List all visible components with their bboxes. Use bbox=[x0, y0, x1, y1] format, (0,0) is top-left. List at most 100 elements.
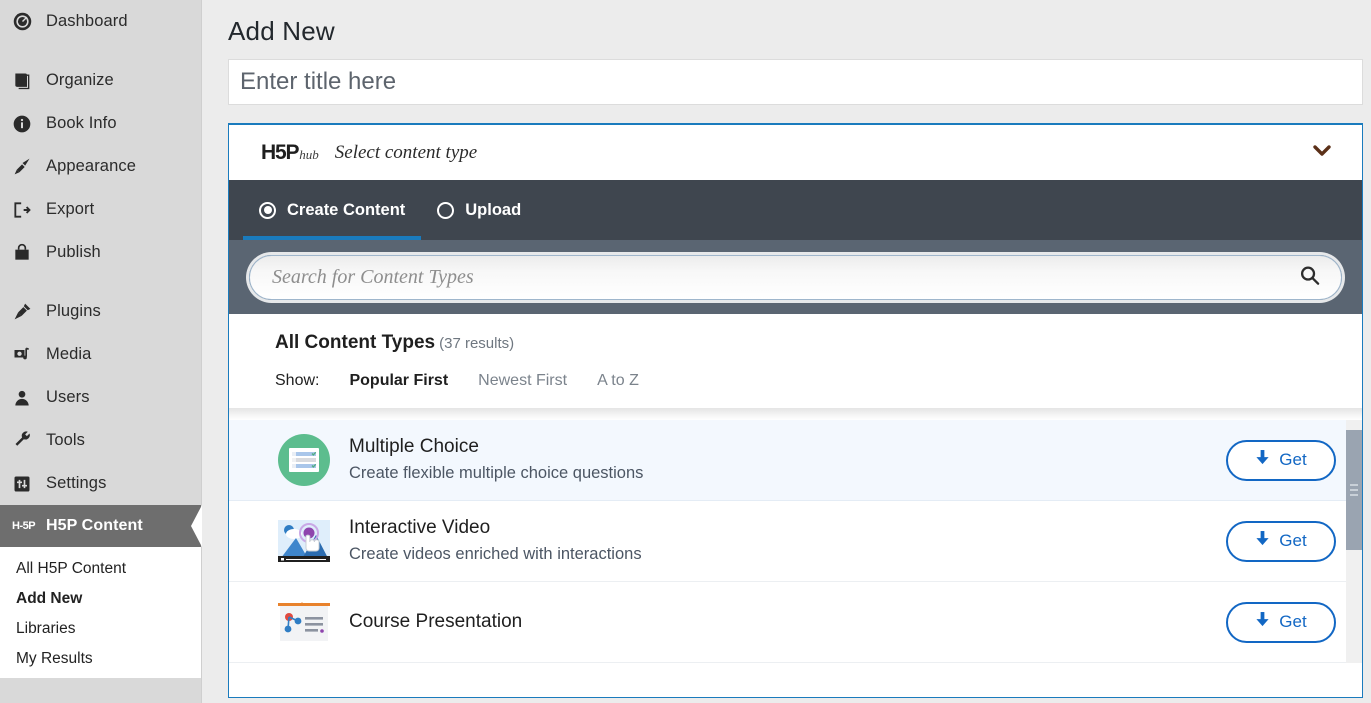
sidebar-item-users[interactable]: Users bbox=[0, 376, 201, 419]
info-icon bbox=[12, 113, 42, 135]
results-title-row: All Content Types (37 results) bbox=[275, 332, 1362, 354]
grip-line bbox=[1350, 494, 1358, 496]
sidebar-divider bbox=[0, 43, 201, 59]
search-input[interactable] bbox=[272, 265, 1292, 289]
tab-label: Create Content bbox=[287, 200, 406, 219]
hub-results-meta: All Content Types (37 results) Show: Popu… bbox=[229, 314, 1362, 390]
radio-unselected-icon bbox=[437, 201, 455, 219]
wrench-icon bbox=[12, 430, 42, 452]
sidebar-item-label: Export bbox=[46, 200, 95, 218]
sidebar-item-settings[interactable]: Settings bbox=[0, 462, 201, 505]
filter-newest-first[interactable]: Newest First bbox=[478, 372, 567, 390]
list-separator bbox=[229, 408, 1362, 420]
sidebar-item-dashboard[interactable]: Dashboard bbox=[0, 0, 201, 43]
content-list-scrollbar-track[interactable] bbox=[1346, 420, 1362, 663]
content-type-row-multiple-choice[interactable]: Multiple Choice Create flexible multiple… bbox=[229, 420, 1362, 501]
results-title: All Content Types bbox=[275, 332, 436, 353]
h5p-icon: H-5P bbox=[12, 515, 42, 537]
title-input[interactable] bbox=[240, 68, 1362, 96]
h5p-badge-label: H-5P bbox=[12, 520, 36, 532]
title-field-wrapper[interactable] bbox=[228, 59, 1363, 105]
app-window: Dashboard Organize Book Info Appearance bbox=[0, 0, 1371, 703]
plug-icon bbox=[12, 301, 42, 323]
course-presentation-icon bbox=[275, 593, 333, 651]
hub-search-bar bbox=[229, 240, 1362, 314]
sidebar-item-label: Book Info bbox=[46, 114, 117, 132]
search-icon bbox=[1298, 264, 1321, 290]
sidebar-subitem-all-h5p-content[interactable]: All H5P Content bbox=[0, 554, 201, 584]
sidebar-item-h5p-content[interactable]: H-5P H5P Content bbox=[0, 505, 202, 547]
search-field-wrapper[interactable] bbox=[249, 254, 1342, 300]
admin-sidebar: Dashboard Organize Book Info Appearance bbox=[0, 0, 202, 703]
sidebar-item-label: Plugins bbox=[46, 302, 101, 320]
content-list-scrollbar-thumb[interactable] bbox=[1346, 430, 1362, 550]
interactive-video-icon bbox=[275, 512, 333, 570]
get-button-interactive-video[interactable]: Get bbox=[1226, 520, 1336, 562]
sidebar-item-organize[interactable]: Organize bbox=[0, 59, 201, 102]
export-icon bbox=[12, 199, 42, 221]
content-type-row-interactive-video[interactable]: Interactive Video Create videos enriched… bbox=[229, 501, 1362, 582]
h5p-logo-sub: hub bbox=[299, 146, 319, 162]
sidebar-item-export[interactable]: Export bbox=[0, 188, 201, 231]
publish-bag-icon bbox=[12, 242, 42, 264]
paintbrush-icon bbox=[12, 156, 42, 178]
sidebar-item-media[interactable]: Media bbox=[0, 333, 201, 376]
download-arrow-icon bbox=[1255, 611, 1270, 633]
sidebar-item-appearance[interactable]: Appearance bbox=[0, 145, 201, 188]
tab-label: Upload bbox=[465, 200, 522, 219]
chevron-down-icon[interactable] bbox=[1312, 144, 1332, 162]
sidebar-item-label: Appearance bbox=[46, 157, 136, 175]
sort-filters: Show: Popular First Newest First A to Z bbox=[275, 372, 1362, 390]
sidebar-item-publish[interactable]: Publish bbox=[0, 231, 201, 274]
hub-header: H5P hub Select content type bbox=[229, 125, 1362, 180]
hub-header-label: Select content type bbox=[334, 141, 478, 163]
grip-line bbox=[1350, 484, 1358, 486]
show-label: Show: bbox=[275, 372, 320, 389]
content-type-row-course-presentation[interactable]: Course Presentation Get bbox=[229, 582, 1362, 663]
sidebar-item-label: Tools bbox=[46, 431, 86, 449]
sidebar-item-label: Media bbox=[46, 345, 92, 363]
h5p-logo-main: H5P bbox=[261, 140, 299, 164]
get-button-label: Get bbox=[1279, 531, 1307, 550]
grip-line bbox=[1350, 489, 1358, 491]
main-content: Add New H5Phub Select content type Creat… bbox=[202, 0, 1371, 703]
sidebar-item-label: Settings bbox=[46, 474, 107, 492]
hub-tab-bar: Create Content Upload bbox=[229, 180, 1362, 240]
download-arrow-icon bbox=[1255, 530, 1270, 552]
tab-create-content[interactable]: Create Content bbox=[243, 180, 422, 240]
multiple-choice-icon bbox=[275, 431, 333, 489]
media-icon bbox=[12, 344, 42, 366]
sidebar-item-label: H5P Content bbox=[46, 517, 143, 534]
sidebar-item-tools[interactable]: Tools bbox=[0, 419, 201, 462]
page-title: Add New bbox=[228, 16, 335, 46]
sidebar-subitem-libraries[interactable]: Libraries bbox=[0, 614, 201, 644]
filter-popular-first[interactable]: Popular First bbox=[349, 372, 448, 390]
sidebar-item-plugins[interactable]: Plugins bbox=[0, 290, 201, 333]
dashboard-icon bbox=[12, 11, 42, 33]
download-arrow-icon bbox=[1255, 449, 1270, 471]
tab-upload[interactable]: Upload bbox=[421, 180, 537, 240]
results-count: (37 results) bbox=[439, 335, 515, 352]
get-button-course-presentation[interactable]: Get bbox=[1226, 601, 1336, 643]
filter-a-to-z[interactable]: A to Z bbox=[597, 372, 639, 390]
content-type-list: Multiple Choice Create flexible multiple… bbox=[229, 420, 1362, 663]
radio-selected-icon bbox=[259, 201, 276, 219]
sidebar-subitem-my-results[interactable]: My Results bbox=[0, 644, 201, 674]
sidebar-item-label: Publish bbox=[46, 243, 101, 261]
search-button[interactable] bbox=[1292, 264, 1327, 290]
sidebar-divider bbox=[0, 274, 201, 290]
content-type-text: Interactive Video Create videos enriched… bbox=[349, 514, 1226, 568]
sidebar-item-label: Organize bbox=[46, 71, 114, 89]
content-type-name: Interactive Video bbox=[349, 516, 491, 538]
content-type-text: Course Presentation bbox=[349, 608, 1226, 637]
sidebar-item-book-info[interactable]: Book Info bbox=[0, 102, 201, 145]
content-type-name: Course Presentation bbox=[349, 610, 523, 632]
h5p-hub-logo: H5P hub bbox=[261, 141, 319, 165]
sidebar-subitem-add-new[interactable]: Add New bbox=[0, 584, 201, 614]
content-type-text: Multiple Choice Create flexible multiple… bbox=[349, 433, 1226, 487]
h5p-hub-panel: H5P hub Select content type Create Conten… bbox=[228, 123, 1363, 698]
sidebar-item-label: Users bbox=[46, 388, 90, 406]
get-button-multiple-choice[interactable]: Get bbox=[1226, 439, 1336, 481]
h5p-submenu: All H5P Content Add New Libraries My Res… bbox=[0, 547, 201, 678]
user-icon bbox=[12, 387, 42, 409]
